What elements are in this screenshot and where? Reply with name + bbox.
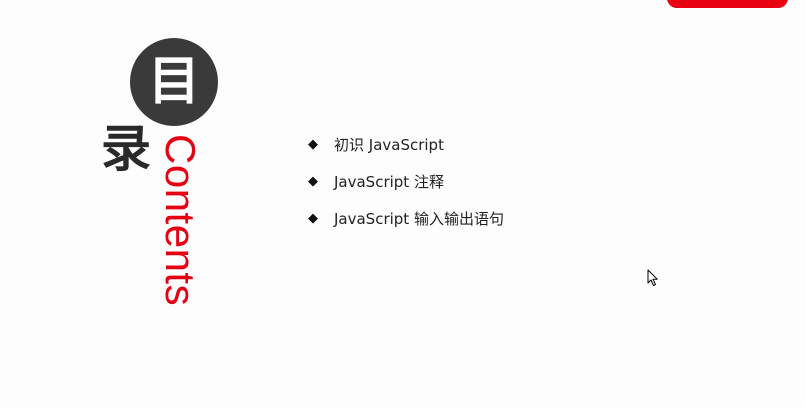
- top-red-tab: [667, 0, 788, 8]
- toc-list: ◆ 初识 JavaScript ◆ JavaScript 注释 ◆ JavaSc…: [308, 132, 504, 243]
- contents-vertical-title: Contents: [157, 134, 204, 307]
- diamond-bullet-icon: ◆: [308, 136, 318, 152]
- mouse-cursor-icon: [647, 269, 658, 286]
- toc-item-label: JavaScript 注释: [334, 172, 444, 191]
- diamond-bullet-icon: ◆: [308, 210, 318, 226]
- diamond-bullet-icon: ◆: [308, 173, 318, 189]
- toc-item[interactable]: ◆ 初识 JavaScript: [308, 132, 504, 156]
- toc-item[interactable]: ◆ JavaScript 输入输出语句: [308, 206, 504, 230]
- title-char-mu: 目: [147, 52, 200, 112]
- slide: 目 录 Contents ◆ 初识 JavaScript ◆ JavaScrip…: [0, 0, 805, 407]
- contents-vertical-wrapper: Contents: [157, 134, 204, 330]
- toc-item-label: JavaScript 输入输出语句: [334, 209, 504, 228]
- toc-item-label: 初识 JavaScript: [334, 135, 444, 154]
- title-circle: 目: [130, 38, 218, 126]
- toc-item[interactable]: ◆ JavaScript 注释: [308, 169, 504, 193]
- title-char-lu: 录: [101, 120, 151, 178]
